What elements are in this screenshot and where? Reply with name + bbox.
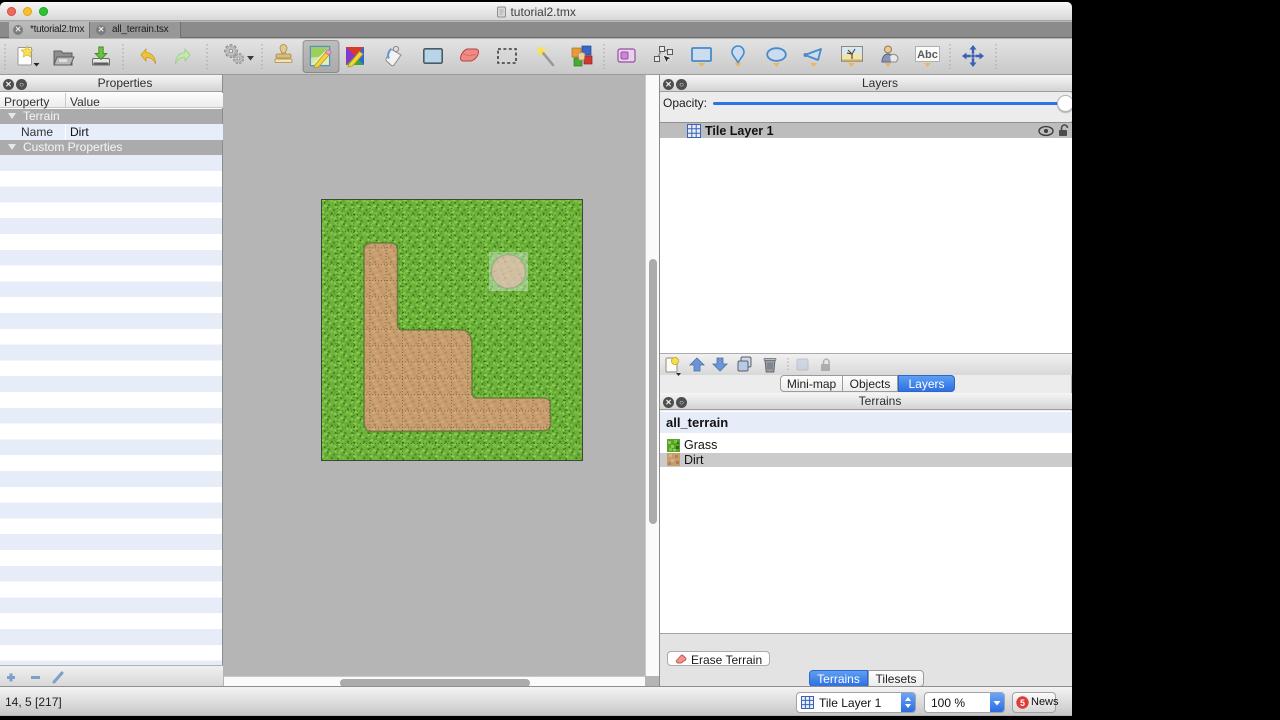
svg-text:5: 5 bbox=[1020, 698, 1025, 708]
svg-text:Abc: Abc bbox=[917, 49, 938, 61]
